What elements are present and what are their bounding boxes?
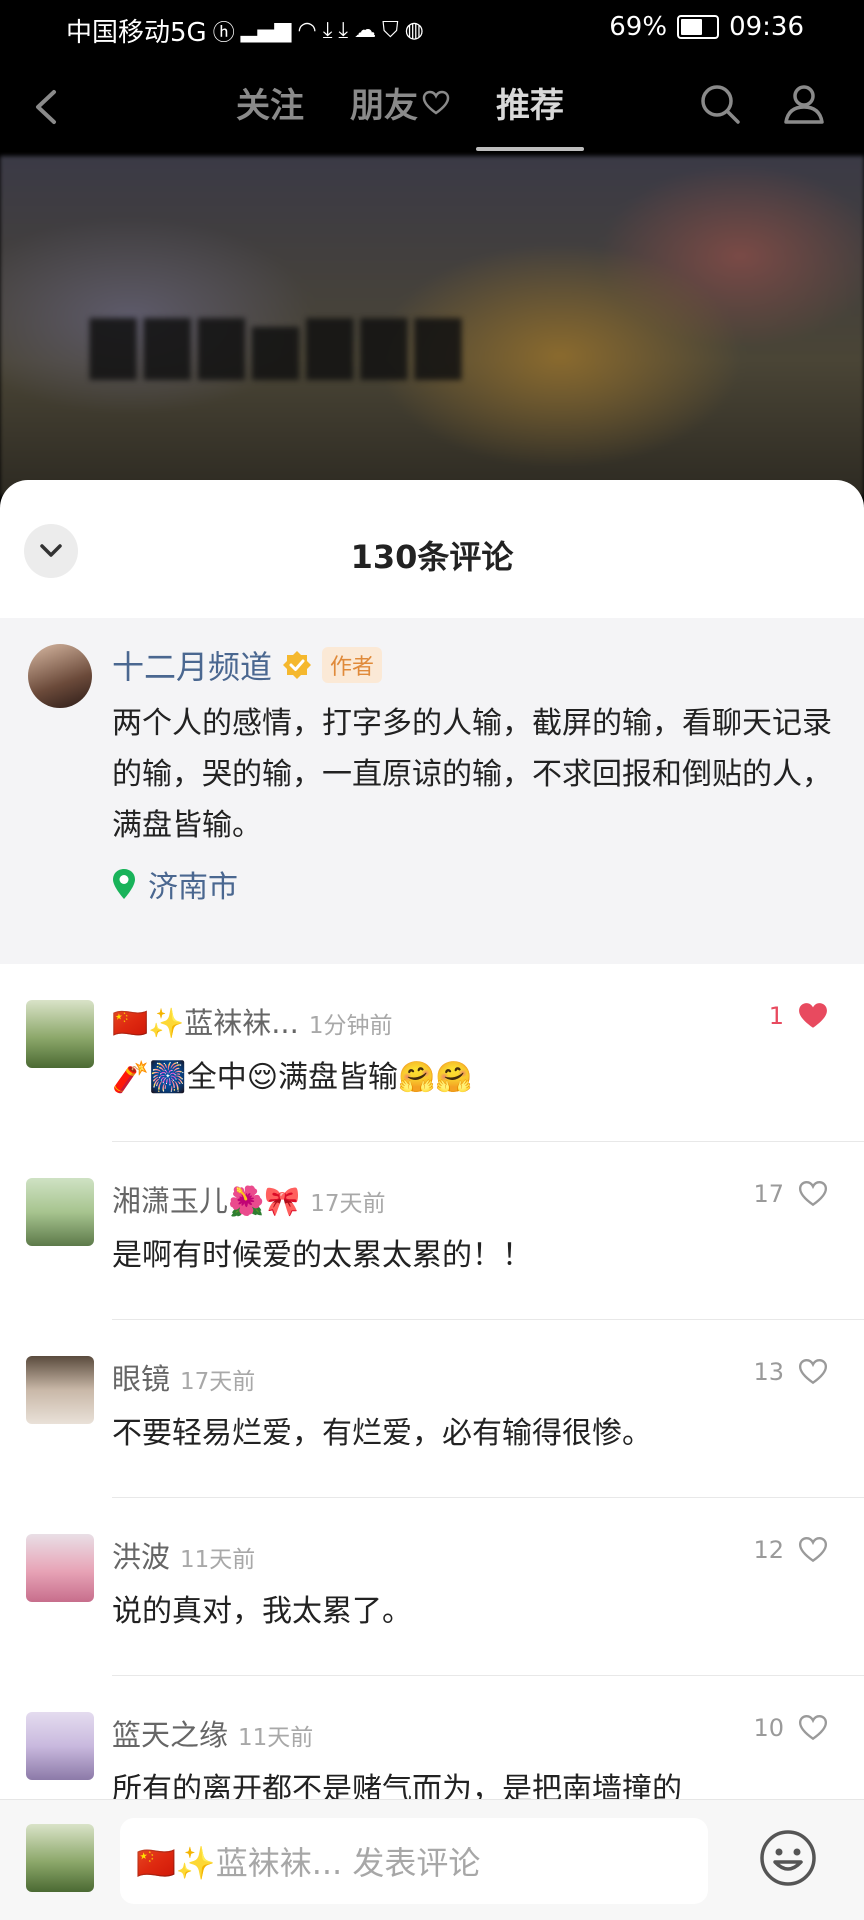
author-name[interactable]: 十二月频道 (112, 642, 272, 688)
comment-time: 11天前 (180, 1547, 256, 1573)
commenter-avatar[interactable] (26, 1534, 94, 1602)
like-count: 10 (753, 1714, 784, 1742)
heart-filled-icon (799, 1003, 827, 1028)
sheet-header: 130条评论 (0, 480, 864, 618)
author-tag: 作者 (322, 647, 383, 683)
like-count: 12 (753, 1536, 784, 1564)
like-button[interactable]: 13 (753, 1358, 828, 1386)
commenter-avatar[interactable] (26, 1178, 94, 1246)
comment-time: 1分钟前 (308, 1013, 393, 1039)
download-icon: ⤓ (338, 18, 349, 43)
comment-item[interactable]: 洪波 11天前 说的真对，我太累了。 12 (0, 1498, 864, 1676)
comments-sheet: 130条评论 十二月频道 作者 两个人的感情，打字多的人输，截屏的输，看聊天记录… (0, 480, 864, 1920)
heart-outline-icon (798, 1537, 828, 1563)
author-avatar[interactable] (28, 644, 92, 708)
comment-input[interactable]: 🇨🇳✨蓝袜袜... 发表评论 (120, 1818, 708, 1904)
heart-outline-icon (798, 1181, 828, 1207)
status-right: 69% 09:36 (609, 12, 804, 42)
commenter-avatar[interactable] (26, 1356, 94, 1424)
like-button[interactable]: 12 (753, 1536, 828, 1564)
commenter-name[interactable]: 湘潇玉儿🌺🎀 (112, 1178, 300, 1220)
wifi-icon: ◠ (297, 18, 317, 43)
comment-header: 篮天之缘 11天前 (112, 1712, 313, 1754)
commenter-avatar[interactable] (26, 1000, 94, 1068)
signal-icon: ▂▄▆ (240, 18, 292, 43)
feed-tabs: 关注 朋友 推荐 (236, 78, 584, 151)
carrier-label: 中国移动5G (66, 18, 207, 48)
comment-time: 11天前 (238, 1725, 314, 1751)
like-count: 1 (768, 1002, 784, 1030)
comment-header: 眼镜 17天前 (112, 1356, 255, 1398)
clock: 09:36 (729, 12, 804, 42)
comment-text: 不要轻易烂爱，有烂爱，必有输得很惨。 (112, 1416, 652, 1451)
comment-item[interactable]: 湘潇玉儿🌺🎀 17天前 是啊有时候爱的太累太累的！！ 17 (0, 1142, 864, 1320)
comment-count-title: 130条评论 (350, 538, 514, 576)
comment-text: 🧨🎆全中😌满盘皆输🤗🤗 (112, 1060, 473, 1095)
download-icon: ⤓ (322, 18, 333, 43)
commenter-name[interactable]: 眼镜 (112, 1356, 170, 1398)
comment-item[interactable]: 🇨🇳✨蓝袜袜... 1分钟前 🧨🎆全中😌满盘皆输🤗🤗 1 (0, 964, 864, 1142)
comment-time: 17天前 (180, 1369, 256, 1395)
author-post-text: 两个人的感情，打字多的人输，截屏的输，看聊天记录的输，哭的输，一直原谅的输，不求… (112, 706, 832, 843)
author-name-row: 十二月频道 作者 (112, 642, 383, 688)
search-icon[interactable] (696, 80, 744, 128)
app-notification-icon: ◍ (404, 18, 424, 43)
commenter-name[interactable]: 🇨🇳✨蓝袜袜... (112, 1000, 299, 1042)
battery-percent: 69% (609, 12, 668, 42)
like-button[interactable]: 1 (769, 1002, 828, 1030)
like-button[interactable]: 17 (753, 1180, 828, 1208)
comment-item[interactable]: 眼镜 17天前 不要轻易烂爱，有烂爱，必有输得很惨。 13 (0, 1320, 864, 1498)
battery-icon (677, 15, 720, 39)
emoji-icon[interactable] (758, 1828, 818, 1888)
comment-header: 洪波 11天前 (112, 1534, 255, 1576)
top-nav: 关注 朋友 推荐 (0, 58, 864, 156)
heart-outline-icon (422, 90, 450, 115)
cloud-icon: ☁ (354, 18, 377, 43)
like-button[interactable]: 10 (753, 1714, 828, 1742)
heart-outline-icon (798, 1359, 828, 1385)
status-left: 中国移动5G ⓗ ▂▄▆ ◠ ⤓ ⤓ ☁ ⛉ ◍ (66, 12, 424, 49)
author-post: 十二月频道 作者 两个人的感情，打字多的人输，截屏的输，看聊天记录的输，哭的输，… (0, 618, 864, 964)
comment-input-placeholder: 🇨🇳✨蓝袜袜... 发表评论 (136, 1844, 481, 1882)
like-count: 13 (753, 1358, 784, 1386)
shield-icon: ⛉ (382, 18, 399, 43)
profile-icon[interactable] (780, 80, 828, 128)
comment-time: 17天前 (310, 1191, 386, 1217)
verified-badge-icon (283, 651, 312, 679)
tab-recommended[interactable]: 推荐 (476, 78, 584, 151)
my-avatar[interactable] (26, 1824, 94, 1892)
comment-input-bar: 🇨🇳✨蓝袜袜... 发表评论 (0, 1799, 864, 1920)
commenter-name[interactable]: 洪波 (112, 1534, 170, 1576)
tab-following[interactable]: 关注 (236, 78, 304, 147)
comment-text: 是啊有时候爱的太累太累的！！ (112, 1238, 532, 1273)
commenter-avatar[interactable] (26, 1712, 94, 1780)
tab-friends[interactable]: 朋友 (350, 78, 450, 147)
comment-list: 🇨🇳✨蓝袜袜... 1分钟前 🧨🎆全中😌满盘皆输🤗🤗 1 湘潇玉儿🌺🎀 17天前… (0, 964, 864, 1854)
like-count: 17 (753, 1180, 784, 1208)
comment-text: 说的真对，我太累了。 (112, 1594, 412, 1629)
location-pin-icon (113, 869, 135, 899)
commenter-name[interactable]: 篮天之缘 (112, 1712, 228, 1754)
location-row[interactable]: 济南市 (112, 862, 238, 906)
status-bar: 中国移动5G ⓗ ▂▄▆ ◠ ⤓ ⤓ ☁ ⛉ ◍ 69% 09:36 (0, 0, 864, 58)
hd-icon: ⓗ (212, 20, 235, 46)
back-arrow-icon[interactable] (26, 82, 66, 132)
comment-header: 湘潇玉儿🌺🎀 17天前 (112, 1178, 386, 1220)
heart-outline-icon (798, 1715, 828, 1741)
location-text: 济南市 (148, 870, 238, 905)
comment-header: 🇨🇳✨蓝袜袜... 1分钟前 (112, 1000, 393, 1042)
video-caption-blurred: ▇▇▇▆▇▇▇ (90, 310, 469, 380)
